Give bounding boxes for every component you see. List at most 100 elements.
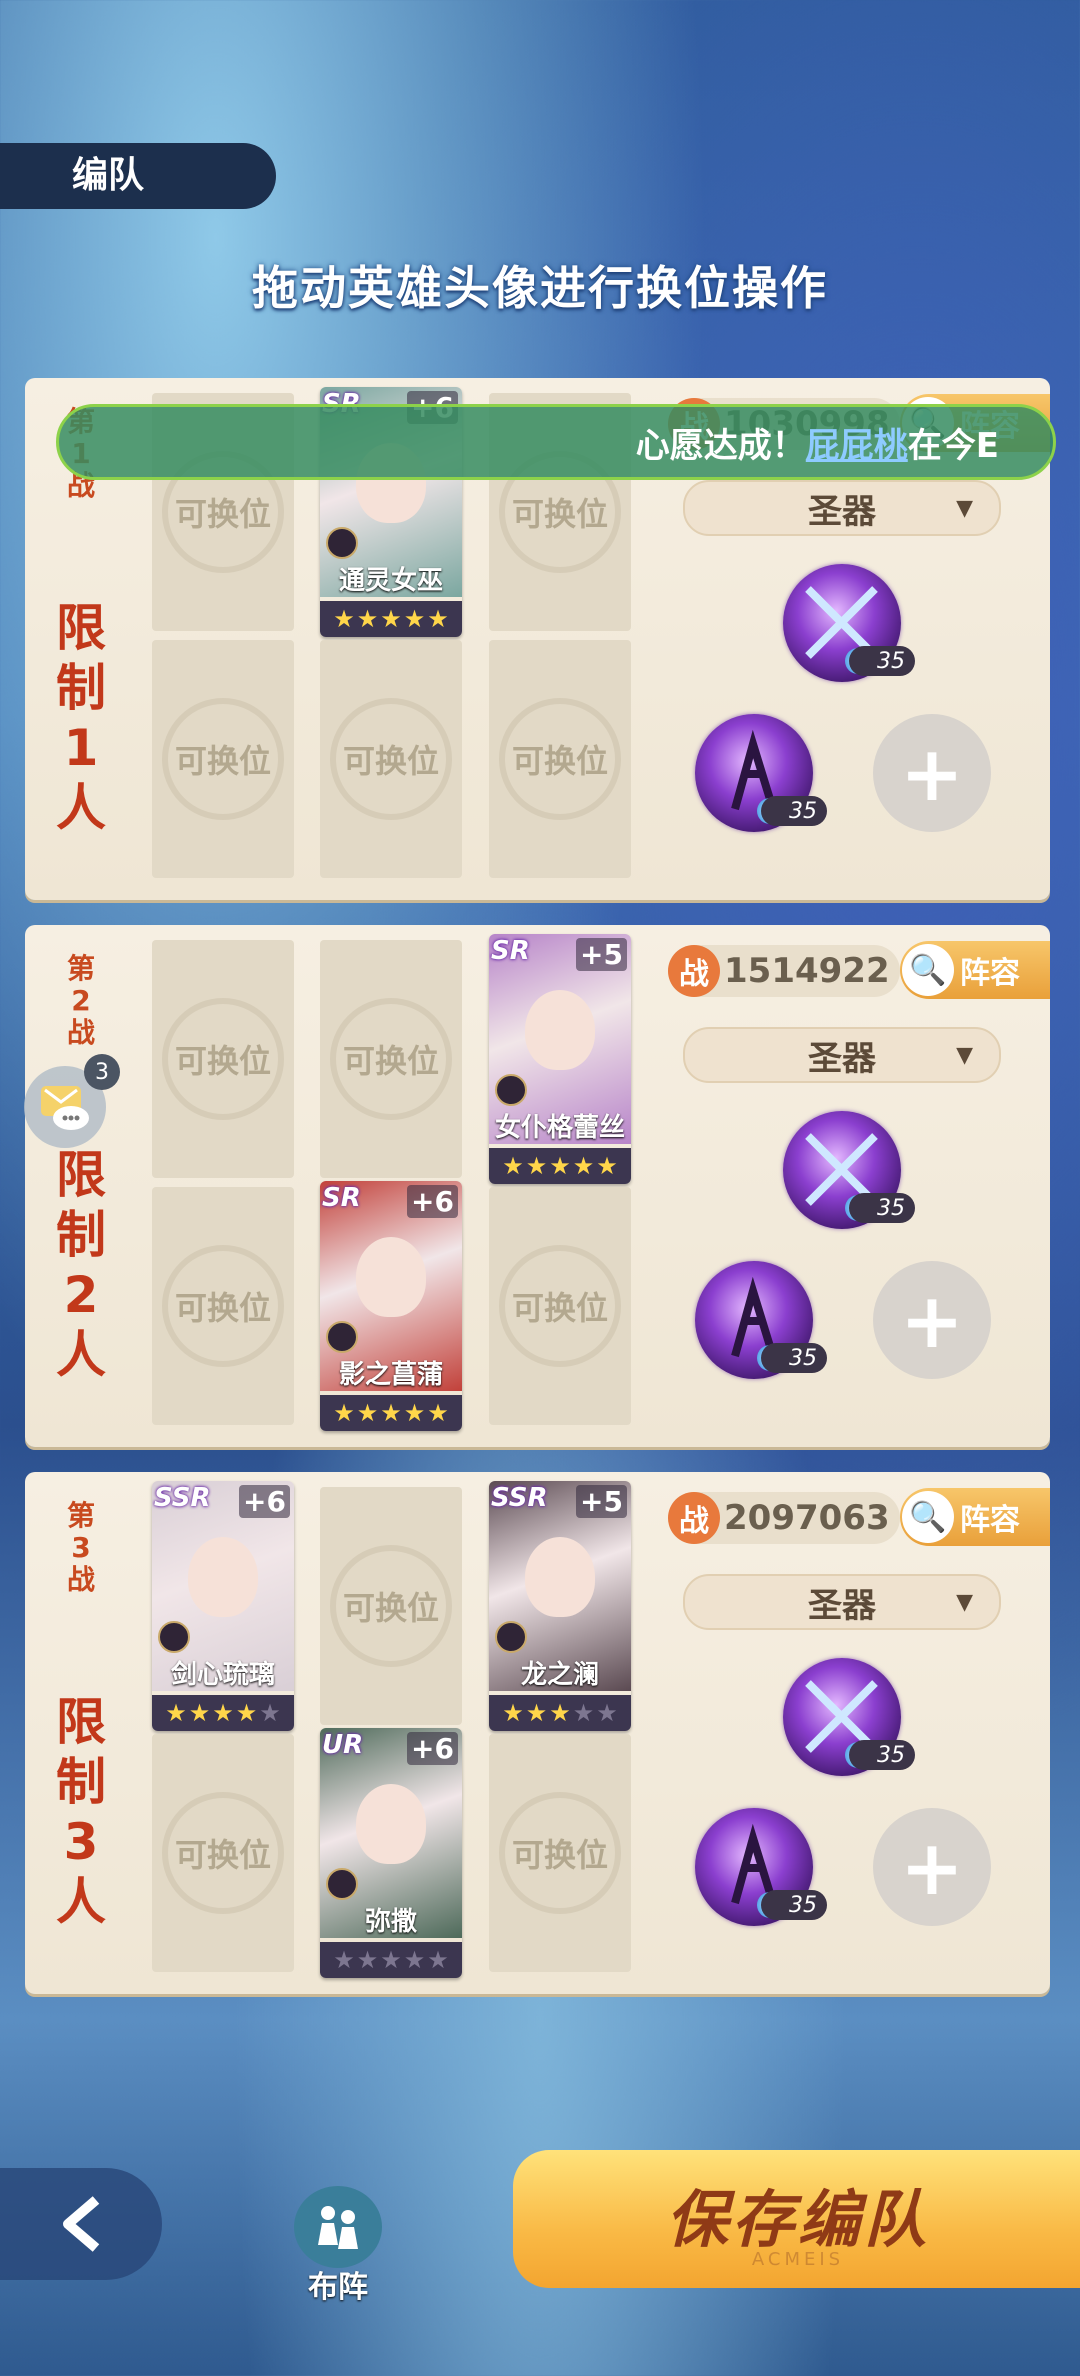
lineup-label: 阵容 [960, 1503, 1020, 1538]
star-icon: ★ [403, 1946, 426, 1974]
star-icon: ★ [356, 1399, 379, 1427]
artifact-level: 35 [849, 1193, 915, 1223]
back-button[interactable] [0, 2168, 162, 2280]
add-artifact-button[interactable]: + [873, 714, 991, 832]
swap-slot-label: 可换位 [174, 1042, 271, 1080]
empty-hero-slot[interactable]: 可换位 [489, 1187, 631, 1425]
save-formation-button[interactable]: 保存编队 ACMEIS [513, 2150, 1080, 2288]
hero-faction-icon [326, 1321, 358, 1353]
hero-card[interactable]: SR +6 影之菖蒲 ★ ★ ★ ★ ★ [320, 1181, 462, 1431]
formation-circle [294, 2186, 382, 2268]
battle-power: 战 2097063 [668, 1492, 900, 1544]
hero-card[interactable]: SSR +6 剑心琉璃 ★ ★ ★ ★ ★ [152, 1481, 294, 1731]
star-icon: ★ [596, 1699, 618, 1727]
artifact-dropdown-label: 圣器 [808, 491, 876, 532]
artifact-slot[interactable]: 35 [695, 1808, 827, 1926]
hero-card[interactable]: SSR +5 龙之澜 ★ ★ ★ ★ ★ [489, 1481, 631, 1731]
star-icon: ★ [403, 605, 426, 633]
battle-power: 战 1514922 [668, 945, 900, 997]
hero-rank-badge: SSR [491, 1483, 548, 1513]
empty-hero-slot[interactable]: 可换位 [152, 1187, 294, 1425]
add-artifact-button[interactable]: + [873, 1808, 991, 1926]
artifact-level: 35 [849, 1740, 915, 1770]
empty-hero-slot[interactable]: 可换位 [489, 640, 631, 878]
power-badge-icon: 战 [668, 1492, 720, 1544]
empty-hero-slot[interactable]: 可换位 [320, 1487, 462, 1725]
battle-panel-3: 第3战 限制3人 SSR +6 剑心琉璃 ★ ★ ★ ★ ★ 可换位 SSR +5 龙之澜 ★ ★ ★ ★ ★ 可换位… [25, 1472, 1050, 1994]
star-icon: ★ [165, 1699, 187, 1727]
artifact-slot[interactable]: 35 [783, 1658, 915, 1776]
star-icon: ★ [333, 1946, 355, 1974]
empty-hero-slot[interactable]: 可换位 [152, 940, 294, 1178]
battle-number-label: 第3战 [66, 1499, 95, 1596]
hero-name: 通灵女巫 [338, 566, 443, 596]
power-value: 1514922 [724, 951, 890, 991]
artifact-slot[interactable]: 35 [695, 714, 827, 832]
star-icon: ★ [403, 1399, 426, 1427]
empty-hero-slot[interactable]: 可换位 [152, 1734, 294, 1972]
star-icon: ★ [188, 1699, 211, 1727]
hero-rank-badge: UR [322, 1730, 364, 1760]
artifact-slot[interactable]: 35 [783, 1111, 915, 1229]
hero-card[interactable]: UR +6 弥撒 ★ ★ ★ ★ ★ [320, 1728, 462, 1978]
star-icon: ★ [333, 605, 355, 633]
toast-player-link[interactable]: 屁屁桃 [806, 418, 908, 467]
swap-slot-label: 可换位 [174, 742, 271, 780]
chat-button[interactable]: 3 [24, 1054, 120, 1148]
empty-hero-slot[interactable]: 可换位 [152, 640, 294, 878]
view-lineup-button[interactable]: 🔍阵容 [900, 1488, 1050, 1546]
hero-name: 龙之澜 [520, 1660, 599, 1690]
hero-star-rating: ★ ★ ★ ★ ★ [320, 1395, 462, 1431]
caret-down-icon: ▼ [956, 1589, 973, 1615]
hero-name: 女仆格蕾丝 [494, 1113, 625, 1143]
hero-enhance-level: +5 [576, 938, 627, 971]
artifact-level: 35 [761, 1343, 827, 1373]
caret-down-icon: ▼ [956, 1042, 973, 1068]
star-icon: ★ [212, 1699, 234, 1727]
star-icon: ★ [427, 1946, 449, 1974]
add-artifact-button[interactable]: + [873, 1261, 991, 1379]
hero-face [525, 990, 595, 1070]
star-icon: ★ [356, 605, 379, 633]
artifact-dropdown[interactable]: 圣器 ▼ [683, 480, 1001, 536]
swap-slot-label: 可换位 [511, 495, 608, 533]
empty-hero-slot[interactable]: 可换位 [320, 640, 462, 878]
save-watermark: ACMEIS [751, 2248, 845, 2270]
hero-star-rating: ★ ★ ★ ★ ★ [320, 1942, 462, 1978]
drag-instruction: 拖动英雄头像进行换位操作 [252, 261, 828, 315]
hero-rank-badge: SR [491, 936, 530, 966]
hero-face [188, 1537, 258, 1617]
empty-hero-slot[interactable]: 可换位 [489, 1734, 631, 1972]
formation-button[interactable]: 布阵 [290, 2186, 386, 2306]
star-icon: ★ [427, 605, 449, 633]
hero-rank-badge: SR [322, 1183, 361, 1213]
artifact-level: 35 [761, 796, 827, 826]
hero-star-rating: ★ ★ ★ ★ ★ [152, 1695, 294, 1731]
artifact-dropdown[interactable]: 圣器 ▼ [683, 1574, 1001, 1630]
swap-slot-label: 可换位 [174, 1289, 271, 1327]
swap-slot-label: 可换位 [342, 1042, 439, 1080]
swap-slot-label: 可换位 [342, 742, 439, 780]
hero-limit-label: 限制1人 [56, 599, 106, 837]
hero-star-rating: ★ ★ ★ ★ ★ [489, 1148, 631, 1184]
star-icon: ★ [549, 1152, 571, 1180]
view-lineup-button[interactable]: 🔍阵容 [900, 941, 1050, 999]
artifact-slot[interactable]: 35 [695, 1261, 827, 1379]
empty-hero-slot[interactable]: 可换位 [320, 940, 462, 1178]
artifact-dropdown[interactable]: 圣器 ▼ [683, 1027, 1001, 1083]
hero-enhance-level: +5 [576, 1485, 627, 1518]
hero-card[interactable]: SR +5 女仆格蕾丝 ★ ★ ★ ★ ★ [489, 934, 631, 1184]
hero-faction-icon [158, 1621, 190, 1653]
swap-slot-label: 可换位 [174, 495, 271, 533]
hero-limit-label: 限制2人 [56, 1146, 106, 1384]
star-icon: ★ [333, 1399, 355, 1427]
star-icon: ★ [259, 1699, 281, 1727]
formation-tab: 编队 [0, 143, 276, 209]
magnifier-icon: 🔍 [902, 944, 954, 996]
hero-limit-label: 限制3人 [56, 1693, 106, 1931]
hero-face [525, 1537, 595, 1617]
back-arrow-icon [63, 2196, 100, 2252]
toast-prefix: 心愿达成！ [635, 425, 806, 466]
hero-face [356, 1784, 426, 1864]
artifact-slot[interactable]: 35 [783, 564, 915, 682]
